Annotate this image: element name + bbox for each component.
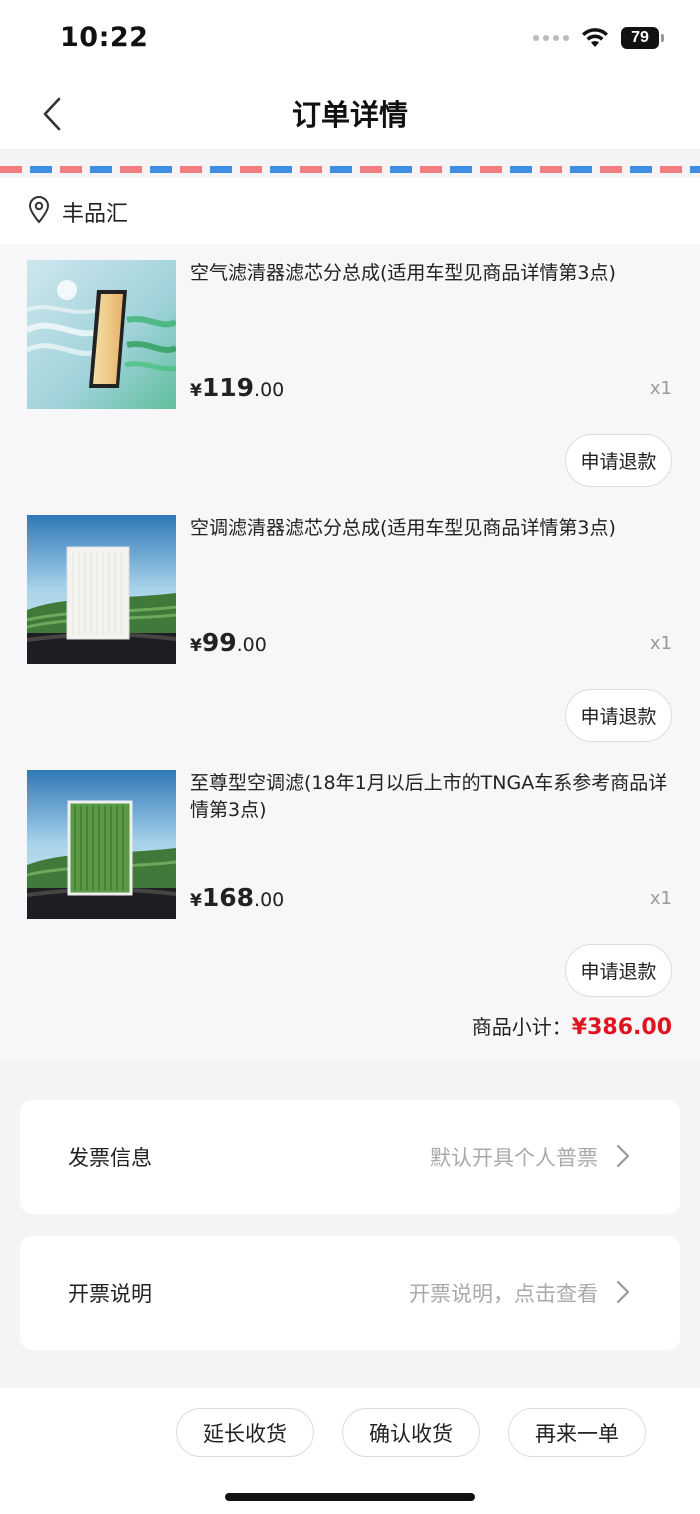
store-name: 丰品汇: [62, 202, 129, 227]
extend-receipt-button[interactable]: 延长收货: [176, 1408, 314, 1457]
invoice-note-row[interactable]: 开票说明 开票说明，点击查看: [20, 1236, 680, 1350]
goods-list: 空气滤清器滤芯分总成(适用车型见商品详情第3点) ¥119.00 x1 申请退款: [0, 244, 700, 1060]
invoice-note-label: 开票说明: [68, 1282, 152, 1306]
refund-button[interactable]: 申请退款: [565, 434, 672, 487]
envelope-stripe: [0, 166, 700, 173]
status-time: 10:22: [60, 22, 149, 53]
product-price: ¥99.00: [190, 628, 267, 657]
air-filter-product-image[interactable]: [27, 260, 176, 409]
page-title: 订单详情: [291, 98, 408, 132]
refund-button[interactable]: 申请退款: [565, 944, 672, 997]
wifi-icon: [582, 28, 608, 47]
store-header: 丰品汇: [0, 178, 700, 244]
home-indicator[interactable]: [225, 1493, 475, 1501]
subtotal-amount: ¥386.00: [571, 1015, 672, 1040]
list-item: 空气滤清器滤芯分总成(适用车型见商品详情第3点) ¥119.00 x1 申请退款: [0, 244, 700, 499]
product-quantity: x1: [649, 633, 672, 654]
product-quantity: x1: [649, 888, 672, 909]
list-item: 空调滤清器滤芯分总成(适用车型见商品详情第3点) ¥99.00 x1 申请退款: [0, 499, 700, 754]
reorder-button[interactable]: 再来一单: [508, 1408, 646, 1457]
nav-bar: 订单详情: [0, 76, 700, 150]
subtotal-label: 商品小计：: [471, 1015, 572, 1039]
product-price: ¥168.00: [190, 883, 285, 912]
battery-icon: 79: [621, 27, 664, 49]
product-quantity: x1: [649, 378, 672, 399]
refund-button[interactable]: 申请退款: [565, 689, 672, 742]
battery-level: 79: [621, 27, 659, 49]
invoice-value: 默认开具个人普票: [430, 1146, 598, 1170]
product-name: 空调滤清器滤芯分总成(适用车型见商品详情第3点): [190, 517, 616, 539]
status-indicators: 79: [533, 24, 664, 52]
product-name: 至尊型空调滤(18年1月以后上市的TNGA车系参考商品详情第3点): [190, 772, 668, 821]
bottom-action-bar: 延长收货 确认收货 再来一单: [0, 1388, 700, 1514]
goods-subtotal: 商品小计：¥386.00: [472, 1011, 672, 1040]
confirm-receipt-button[interactable]: 确认收货: [342, 1408, 480, 1457]
product-price: ¥119.00: [190, 373, 285, 402]
chevron-right-icon: [616, 1280, 630, 1304]
premium-cabin-filter-product-image[interactable]: [27, 770, 176, 919]
status-bar: 10:22 79: [0, 0, 700, 76]
product-name: 空气滤清器滤芯分总成(适用车型见商品详情第3点): [190, 262, 616, 284]
chevron-right-icon: [616, 1144, 630, 1168]
location-pin-icon: [28, 196, 50, 224]
list-item: 至尊型空调滤(18年1月以后上市的TNGA车系参考商品详情第3点) ¥168.0…: [0, 754, 700, 1009]
invoice-label: 发票信息: [68, 1146, 152, 1170]
invoice-info-row[interactable]: 发票信息 默认开具个人普票: [20, 1100, 680, 1214]
invoice-note-value: 开票说明，点击查看: [409, 1282, 598, 1306]
cabin-filter-product-image[interactable]: [27, 515, 176, 664]
signal-icon: [533, 35, 569, 41]
